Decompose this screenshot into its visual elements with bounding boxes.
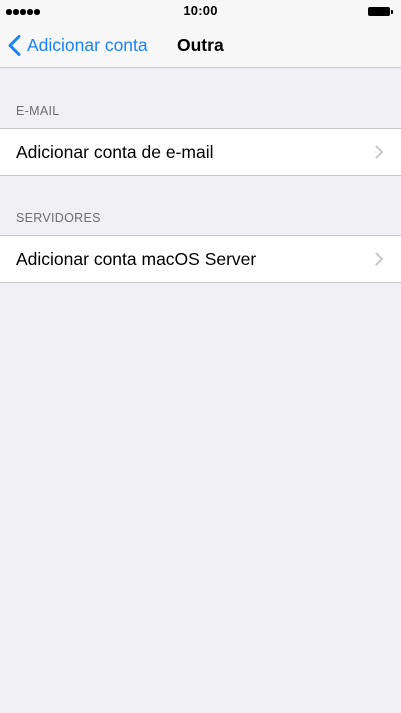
chevron-left-icon bbox=[8, 34, 21, 56]
page-title: Outra bbox=[177, 35, 224, 55]
chevron-right-icon bbox=[375, 145, 383, 159]
add-email-account-label: Adicionar conta de e-mail bbox=[16, 142, 214, 162]
status-time: 10:00 bbox=[183, 3, 218, 18]
add-macos-server-account-row[interactable]: Adicionar conta macOS Server bbox=[0, 235, 401, 283]
add-email-account-row[interactable]: Adicionar conta de e-mail bbox=[0, 128, 401, 176]
navigation-bar: Adicionar conta Outra bbox=[0, 22, 401, 68]
back-button[interactable]: Adicionar conta bbox=[8, 22, 148, 68]
chevron-right-icon bbox=[375, 252, 383, 266]
section-header-email: E-MAIL bbox=[16, 104, 60, 118]
top-bar: 10:00 Adicionar conta Outra bbox=[0, 0, 401, 68]
section-header-servers: SERVIDORES bbox=[16, 211, 101, 225]
add-macos-server-account-label: Adicionar conta macOS Server bbox=[16, 249, 257, 269]
status-bar: 10:00 bbox=[0, 0, 401, 22]
back-button-label: Adicionar conta bbox=[27, 34, 148, 55]
battery-icon bbox=[368, 7, 393, 16]
